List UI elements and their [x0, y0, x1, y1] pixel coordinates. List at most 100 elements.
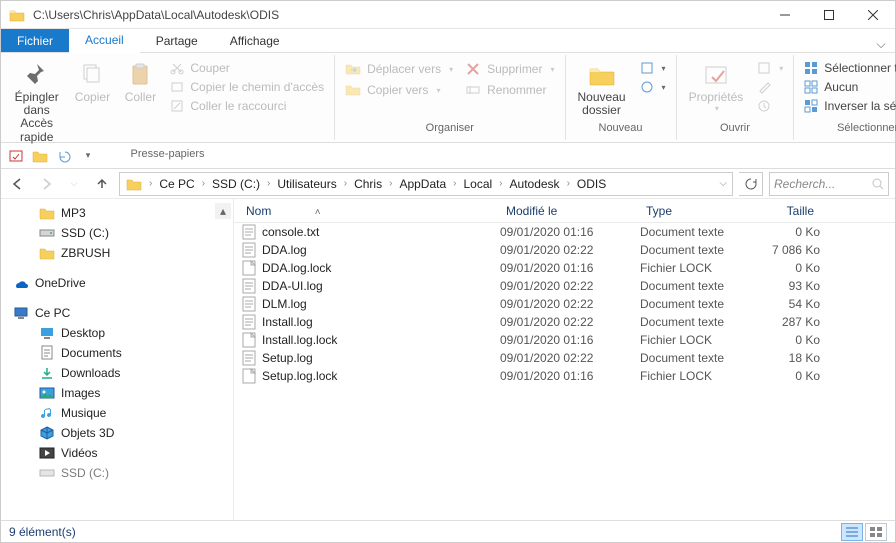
- breadcrumb-item[interactable]: Local: [459, 177, 496, 191]
- folder-icon: [122, 177, 146, 191]
- file-tab[interactable]: Fichier: [1, 29, 69, 52]
- rename-icon: [465, 82, 481, 98]
- invert-selection-button[interactable]: Inverser la sélection: [802, 97, 896, 115]
- breadcrumb[interactable]: › Ce PC› SSD (C:)› Utilisateurs› Chris› …: [119, 172, 733, 196]
- nav-item-images[interactable]: Images: [1, 383, 233, 403]
- copy-path-button[interactable]: Copier le chemin d'accès: [168, 78, 326, 96]
- navigation-pane[interactable]: ▴ MP3 SSD (C:) ZBRUSH OneDrive Ce PC Des…: [1, 199, 234, 520]
- open-group-label: Ouvrir: [681, 122, 790, 138]
- breadcrumb-item[interactable]: Utilisateurs: [273, 177, 340, 191]
- breadcrumb-item[interactable]: SSD (C:): [208, 177, 264, 191]
- nav-item-videos[interactable]: Vidéos: [1, 443, 233, 463]
- edit-icon: [757, 80, 771, 94]
- move-to-button[interactable]: Déplacer vers▾: [343, 59, 455, 79]
- nav-item-mp3[interactable]: MP3: [1, 203, 233, 223]
- file-row[interactable]: Install.log.lock09/01/2020 01:16Fichier …: [234, 331, 895, 349]
- file-size: 7 086 Ko: [760, 243, 820, 257]
- cut-button[interactable]: Couper: [168, 59, 326, 77]
- file-icon: [240, 368, 258, 384]
- minimize-button[interactable]: [763, 1, 807, 29]
- file-row[interactable]: Setup.log09/01/2020 02:22Document texte1…: [234, 349, 895, 367]
- file-icon: [240, 260, 258, 276]
- search-input[interactable]: Recherch...: [769, 172, 889, 196]
- easy-access-button[interactable]: ▾: [638, 78, 668, 96]
- select-all-button[interactable]: Sélectionner tout: [802, 59, 896, 77]
- nav-item-music[interactable]: Musique: [1, 403, 233, 423]
- home-tab[interactable]: Accueil: [69, 28, 140, 53]
- view-tab[interactable]: Affichage: [214, 29, 296, 52]
- paste-shortcut-button[interactable]: Coller le raccourci: [168, 97, 326, 115]
- rename-button[interactable]: Renommer: [463, 80, 556, 100]
- back-button[interactable]: [7, 173, 29, 195]
- file-icon: [240, 314, 258, 330]
- file-name: Install.log: [258, 315, 500, 329]
- music-icon: [39, 405, 55, 421]
- scroll-up-button[interactable]: ▴: [215, 203, 231, 219]
- date-header[interactable]: Modifié le: [500, 204, 640, 218]
- folder-icon: [7, 5, 27, 25]
- new-item-button[interactable]: ▾: [638, 59, 668, 77]
- file-row[interactable]: DDA.log.lock09/01/2020 01:16Fichier LOCK…: [234, 259, 895, 277]
- status-bar: 9 élément(s): [1, 520, 895, 542]
- name-header[interactable]: Nom ˄: [240, 204, 500, 218]
- select-none-icon: [804, 80, 818, 94]
- nav-item-ssd[interactable]: SSD (C:): [1, 223, 233, 243]
- file-row[interactable]: Setup.log.lock09/01/2020 01:16Fichier LO…: [234, 367, 895, 385]
- nav-item-desktop[interactable]: Desktop: [1, 323, 233, 343]
- delete-button[interactable]: Supprimer▾: [463, 59, 556, 79]
- file-row[interactable]: DDA-UI.log09/01/2020 02:22Document texte…: [234, 277, 895, 295]
- breadcrumb-item[interactable]: Autodesk: [506, 177, 564, 191]
- nav-item-thispc[interactable]: Ce PC: [1, 303, 233, 323]
- new-folder-button[interactable]: Nouveau dossier: [570, 57, 634, 121]
- copy-to-button[interactable]: Copier vers▾: [343, 80, 455, 100]
- edit-button[interactable]: [755, 78, 785, 96]
- pin-button[interactable]: Épingler dans Accès rapide: [5, 57, 68, 148]
- breadcrumb-item[interactable]: Ce PC: [155, 177, 198, 191]
- downloads-icon: [39, 365, 55, 381]
- nav-item-zbrush[interactable]: ZBRUSH: [1, 243, 233, 263]
- share-tab[interactable]: Partage: [140, 29, 214, 52]
- maximize-button[interactable]: [807, 1, 851, 29]
- qat-customize-icon[interactable]: ▾: [79, 147, 97, 165]
- up-button[interactable]: [91, 173, 113, 195]
- properties-icon: [702, 61, 730, 89]
- breadcrumb-item[interactable]: Chris: [350, 177, 386, 191]
- nav-item-ssd2[interactable]: SSD (C:): [1, 463, 233, 483]
- chevron-down-icon[interactable]: ⌵: [716, 178, 730, 189]
- file-rows[interactable]: console.txt09/01/2020 01:16Document text…: [234, 223, 895, 520]
- paste-button[interactable]: Coller: [116, 57, 164, 108]
- breadcrumb-item[interactable]: AppData: [395, 177, 450, 191]
- recent-dropdown[interactable]: ⌵: [63, 173, 85, 195]
- qat-new-folder-icon[interactable]: [31, 147, 49, 165]
- file-row[interactable]: console.txt09/01/2020 01:16Document text…: [234, 223, 895, 241]
- close-button[interactable]: [851, 1, 895, 29]
- file-row[interactable]: Install.log09/01/2020 02:22Document text…: [234, 313, 895, 331]
- nav-item-onedrive[interactable]: OneDrive: [1, 273, 233, 293]
- file-row[interactable]: DLM.log09/01/2020 02:22Document texte54 …: [234, 295, 895, 313]
- history-button[interactable]: [755, 97, 785, 115]
- type-header[interactable]: Type: [640, 204, 760, 218]
- qat-undo-icon[interactable]: [55, 147, 73, 165]
- nav-item-documents[interactable]: Documents: [1, 343, 233, 363]
- qat-properties-icon[interactable]: [7, 147, 25, 165]
- file-date: 09/01/2020 01:16: [500, 369, 640, 383]
- file-icon: [240, 332, 258, 348]
- file-size: 0 Ko: [760, 369, 820, 383]
- file-row[interactable]: DDA.log09/01/2020 02:22Document texte7 0…: [234, 241, 895, 259]
- forward-button[interactable]: [35, 173, 57, 195]
- refresh-button[interactable]: [739, 172, 763, 196]
- large-icons-view-button[interactable]: [865, 523, 887, 541]
- open-button[interactable]: ▾: [755, 59, 785, 77]
- breadcrumb-item[interactable]: ODIS: [573, 177, 610, 191]
- column-headers: Nom ˄ Modifié le Type Taille: [234, 199, 895, 223]
- nav-item-3dobjects[interactable]: Objets 3D: [1, 423, 233, 443]
- details-view-button[interactable]: [841, 523, 863, 541]
- select-none-button[interactable]: Aucun: [802, 78, 896, 96]
- ribbon-tabs: Fichier Accueil Partage Affichage ⌵: [1, 29, 895, 53]
- size-header[interactable]: Taille: [760, 204, 820, 218]
- properties-button[interactable]: Propriétés ▾: [681, 57, 752, 117]
- collapse-ribbon-button[interactable]: ⌵: [867, 37, 895, 52]
- copy-button[interactable]: Copier: [68, 57, 116, 108]
- nav-item-downloads[interactable]: Downloads: [1, 363, 233, 383]
- file-icon: [240, 242, 258, 258]
